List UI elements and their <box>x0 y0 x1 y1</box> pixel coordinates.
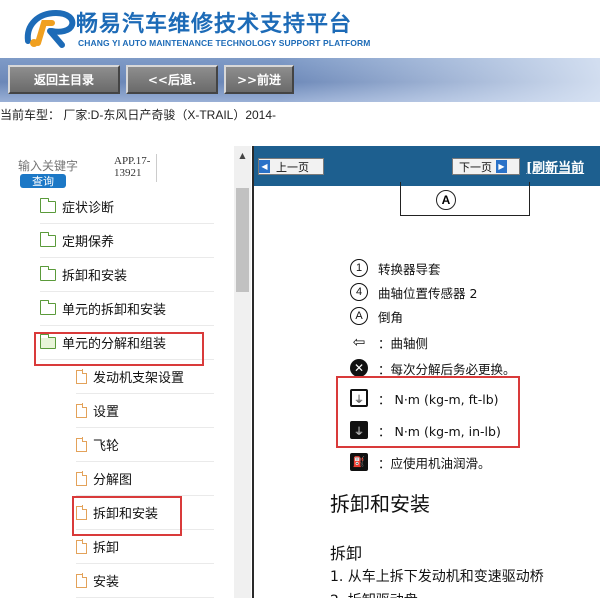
legend-text: ：曲轴侧 <box>378 335 429 351</box>
highlight-box <box>336 376 520 448</box>
tree-item-symptom-diagnosis[interactable]: 症状诊断 <box>39 190 214 224</box>
tree-item-label: 发动机支架设置 <box>93 371 185 386</box>
scroll-thumb[interactable] <box>236 188 249 292</box>
tree-item-setup[interactable]: 设置 <box>76 394 214 428</box>
legend-text: 转换器导套 <box>378 261 441 277</box>
back-button[interactable]: <<后退. <box>126 65 218 94</box>
diagram-marker: A <box>436 190 456 210</box>
section-title: 拆卸和安装 <box>330 492 430 516</box>
tree-item-label: 拆卸和安装 <box>62 269 128 284</box>
legend-text: ：应使用机油润滑。 <box>378 455 491 471</box>
callout-1-icon: 1 <box>350 259 368 277</box>
legend-row: 4 曲轴位置传感器 2 <box>350 282 477 302</box>
highlight-box <box>72 496 182 536</box>
left-panel: 查询 APP.17-13921 症状诊断 定期保养 拆卸和安装 单元的拆卸和安装 <box>0 146 252 598</box>
search-button[interactable]: 查询 <box>20 174 66 188</box>
next-page-label: 下一页 <box>459 160 492 174</box>
oil-can-icon: ⛽ <box>350 453 368 471</box>
replace-part-icon: ✕ <box>350 359 368 377</box>
legend-row: ⛽ ：应使用机油润滑。 <box>350 452 491 472</box>
home-button[interactable]: 返回主目录 <box>8 65 120 94</box>
tree-item-unit-removal-installation[interactable]: 单元的拆卸和安装 <box>39 292 214 326</box>
legend-row: ⇦ ：曲轴侧 <box>350 332 428 352</box>
prev-page-label: 上一页 <box>276 160 309 174</box>
folder-icon <box>39 299 56 315</box>
current-model: 当前车型： 厂家:D-东风日产奇骏（X-TRAIL）2014- <box>0 108 277 122</box>
scroll-up-icon[interactable]: ▲ <box>234 148 251 162</box>
document-icon <box>76 403 88 418</box>
search-area: 查询 APP.17-13921 <box>0 146 234 190</box>
nav-bar: 返回主目录 <<后退. >>前进 <box>0 58 600 102</box>
document-toolbar: ◀ 上一页 下一页 ▶ [刷新当前 <box>254 146 600 186</box>
tree-item-label: 安装 <box>93 575 120 590</box>
arrow-right-icon: ▶ <box>496 160 507 173</box>
subsection-title: 拆卸 <box>330 544 363 563</box>
document-body: A 1 转换器导套 4 曲轴位置传感器 2 A 倒角 ⇦ ：曲轴侧 ✕ ：每次分… <box>254 182 600 598</box>
step-item: 1. 从车上拆下发动机和变速驱动桥 <box>330 569 544 585</box>
forward-button[interactable]: >>前进 <box>224 65 294 94</box>
tree-item-label: 飞轮 <box>93 439 120 454</box>
page: 畅易汽车维修技术支持平台 CHANG YI AUTO MAINTENANCE T… <box>0 0 600 598</box>
refresh-link[interactable]: [刷新当前 <box>526 157 584 176</box>
document-icon <box>76 471 88 486</box>
tree-item-exploded-view[interactable]: 分解图 <box>76 462 214 496</box>
tree-item-flywheel[interactable]: 飞轮 <box>76 428 214 462</box>
scrollbar[interactable]: ▲ <box>234 146 251 598</box>
legend-row: ✕ ：每次分解后务必更换。 <box>350 358 516 378</box>
platform-subtitle: CHANG YI AUTO MAINTENANCE TECHNOLOGY SUP… <box>78 38 371 48</box>
app-header: 畅易汽车维修技术支持平台 CHANG YI AUTO MAINTENANCE T… <box>0 0 600 56</box>
legend-text: 曲轴位置传感器 2 <box>378 285 478 301</box>
prev-page-button[interactable]: ◀ 上一页 <box>258 158 324 175</box>
legend-text: ：每次分解后务必更换。 <box>378 361 516 377</box>
callout-4-icon: 4 <box>350 283 368 301</box>
diagram-frame <box>400 182 530 216</box>
divider <box>156 154 157 182</box>
folder-icon <box>39 265 56 281</box>
callout-a-icon: A <box>350 307 368 325</box>
highlight-box <box>34 332 204 366</box>
tree-item-periodic-maintenance[interactable]: 定期保养 <box>39 224 214 258</box>
document-panel: ◀ 上一页 下一页 ▶ [刷新当前 A 1 转换器导套 4 曲轴位置传感器 2 … <box>254 146 600 598</box>
step-item: 2. 拆卸驱动盘 <box>330 590 418 598</box>
document-icon <box>76 437 88 452</box>
logo-icon <box>24 9 76 48</box>
platform-title: 畅易汽车维修技术支持平台 <box>76 12 353 37</box>
tree-item-label: 定期保养 <box>62 235 115 250</box>
document-icon <box>76 369 88 384</box>
legend-text: 倒角 <box>378 309 404 325</box>
tree-item-removal-installation[interactable]: 拆卸和安装 <box>39 258 214 292</box>
document-icon <box>76 573 88 588</box>
folder-icon <box>39 197 56 213</box>
tree-item-label: 拆卸 <box>93 541 120 556</box>
tree-item-installation[interactable]: 安装 <box>76 564 214 598</box>
tree-item-label: 单元的拆卸和安装 <box>62 303 167 318</box>
next-page-button[interactable]: 下一页 ▶ <box>452 158 520 175</box>
legend-row: 1 转换器导套 <box>350 258 441 278</box>
tree-item-label: 症状诊断 <box>62 201 115 216</box>
folder-icon <box>39 231 56 247</box>
arrow-left-outline-icon: ⇦ <box>352 333 366 351</box>
tree-item-label: 设置 <box>93 405 120 420</box>
tree-item-label: 分解图 <box>93 473 133 488</box>
app-code: APP.17-13921 <box>114 155 151 179</box>
arrow-left-icon: ◀ <box>259 160 270 173</box>
document-icon <box>76 539 88 554</box>
search-input[interactable] <box>18 158 96 174</box>
legend-row: A 倒角 <box>350 306 403 326</box>
